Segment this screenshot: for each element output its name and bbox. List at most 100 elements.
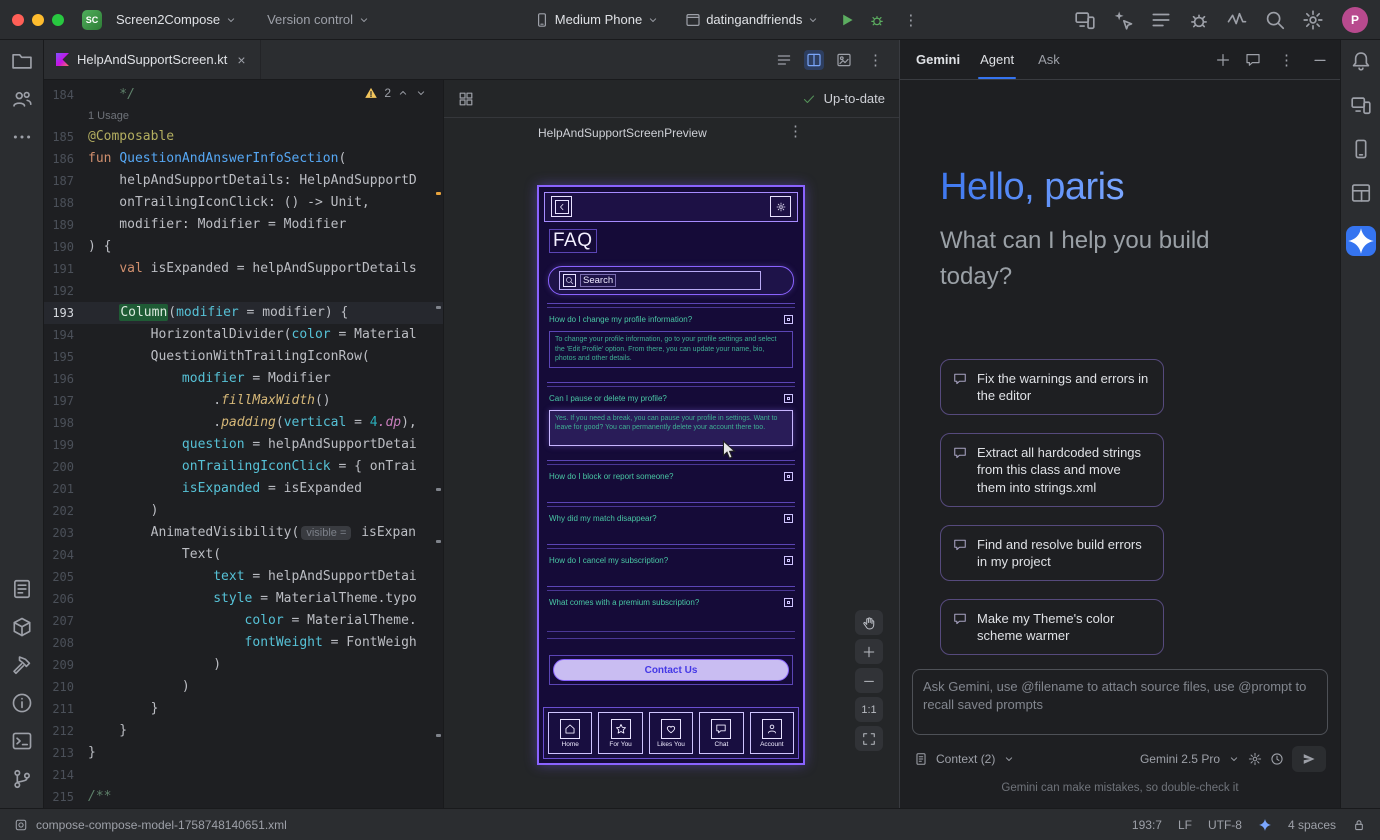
gemini-options-button[interactable]: ⋮ bbox=[1275, 51, 1298, 69]
code-line[interactable]: 200 onTrailingIconClick = { onTrai bbox=[44, 456, 443, 478]
code-line[interactable]: 205 text = helpAndSupportDetai bbox=[44, 566, 443, 588]
gemini-tab-agent[interactable]: Agent bbox=[978, 40, 1016, 79]
code-line[interactable]: 201 isExpanded = isExpanded bbox=[44, 478, 443, 500]
lock-icon[interactable] bbox=[1352, 818, 1366, 832]
send-button[interactable] bbox=[1292, 746, 1326, 772]
encoding[interactable]: UTF-8 bbox=[1208, 818, 1242, 832]
nav-item-chat[interactable]: Chat bbox=[699, 712, 743, 754]
faq-item[interactable]: What comes with a premium subscription? bbox=[547, 586, 795, 628]
code-line[interactable]: 214 bbox=[44, 764, 443, 786]
faq-item[interactable]: How do I block or report someone? bbox=[547, 460, 795, 502]
preview-settings-button[interactable] bbox=[770, 196, 791, 217]
code-line[interactable]: 190) { bbox=[44, 236, 443, 258]
code-line[interactable]: 198 .padding(vertical = 4.dp), bbox=[44, 412, 443, 434]
device-manager-icon[interactable] bbox=[1350, 94, 1372, 116]
editor-tab[interactable]: HelpAndSupportScreen.kt × bbox=[44, 40, 261, 79]
faq-question-row[interactable]: Can I pause or delete my profile? bbox=[549, 392, 793, 405]
window-minimize-button[interactable] bbox=[32, 14, 44, 26]
more-tools-icon[interactable] bbox=[11, 126, 33, 148]
code-line[interactable]: 210 ) bbox=[44, 676, 443, 698]
code-line[interactable]: 212 } bbox=[44, 720, 443, 742]
faq-item[interactable]: How do I cancel my subscription? bbox=[547, 544, 795, 586]
code-line[interactable]: 189 modifier: Modifier = Modifier bbox=[44, 214, 443, 236]
window-close-button[interactable] bbox=[12, 14, 24, 26]
profiler-icon[interactable] bbox=[1226, 9, 1248, 31]
design-view-button[interactable] bbox=[836, 52, 852, 68]
project-selector[interactable]: Screen2Compose bbox=[110, 8, 243, 31]
code-line[interactable]: 195 QuestionWithTrailingIconRow( bbox=[44, 346, 443, 368]
compose-preview-surface[interactable]: HelpAndSupportScreenPreview ⋮ bbox=[444, 118, 899, 808]
search-everywhere-icon[interactable] bbox=[1264, 9, 1286, 31]
nav-item-home[interactable]: Home bbox=[548, 712, 592, 754]
profile-avatar[interactable]: P bbox=[1342, 7, 1368, 33]
code-line[interactable]: 192 bbox=[44, 280, 443, 302]
running-devices-icon[interactable] bbox=[1350, 138, 1372, 160]
code-line[interactable]: 185@Composable bbox=[44, 126, 443, 148]
code-line[interactable]: 208 fontWeight = FontWeigh bbox=[44, 632, 443, 654]
preview-title[interactable]: HelpAndSupportScreenPreview bbox=[538, 126, 707, 140]
debug-button[interactable] bbox=[869, 12, 885, 28]
line-ending[interactable]: LF bbox=[1178, 818, 1192, 832]
logcat-icon[interactable] bbox=[1150, 9, 1172, 31]
statusbar-file[interactable]: compose-compose-model-1758748140651.xml bbox=[36, 818, 287, 832]
suggestion-card[interactable]: Extract all hardcoded strings from this … bbox=[940, 433, 1164, 506]
faq-item[interactable]: Why did my match disappear? bbox=[547, 502, 795, 544]
code-editor[interactable]: 184 */1 Usage185@Composable186fun Questi… bbox=[44, 80, 444, 808]
faq-question-row[interactable]: Why did my match disappear? bbox=[549, 512, 793, 525]
code-line[interactable]: 202 ) bbox=[44, 500, 443, 522]
expand-icon[interactable] bbox=[784, 598, 793, 607]
contact-us-button[interactable]: Contact Us bbox=[553, 659, 789, 681]
code-line[interactable]: 1 Usage bbox=[44, 106, 443, 126]
code-line[interactable]: 196 modifier = Modifier bbox=[44, 368, 443, 390]
code-line[interactable]: 197 .fillMaxWidth() bbox=[44, 390, 443, 412]
suggestion-card[interactable]: Find and resolve build errors in my proj… bbox=[940, 525, 1164, 581]
zoom-out-button[interactable] bbox=[855, 668, 883, 693]
code-line[interactable]: 215/** bbox=[44, 786, 443, 808]
zoom-reset-button[interactable]: 1:1 bbox=[855, 697, 883, 722]
terminal-tool-icon[interactable] bbox=[11, 730, 33, 752]
split-view-button[interactable] bbox=[804, 50, 824, 70]
nav-item-account[interactable]: Account bbox=[750, 712, 794, 754]
faq-question-row[interactable]: How do I cancel my subscription? bbox=[549, 554, 793, 567]
logcat-tool-icon[interactable] bbox=[11, 578, 33, 600]
expand-icon[interactable] bbox=[784, 514, 793, 523]
device-mirroring-icon[interactable] bbox=[1074, 9, 1096, 31]
suggestion-card[interactable]: Make my Theme's color scheme warmer bbox=[940, 599, 1164, 655]
layout-inspector-icon[interactable] bbox=[1350, 182, 1372, 204]
code-line[interactable]: 203 AnimatedVisibility(visible = isExpan bbox=[44, 522, 443, 544]
window-zoom-button[interactable] bbox=[52, 14, 64, 26]
resource-manager-icon[interactable] bbox=[11, 616, 33, 638]
app-inspection-icon[interactable] bbox=[1188, 9, 1210, 31]
cursor-position[interactable]: 193:7 bbox=[1132, 818, 1162, 832]
back-button[interactable] bbox=[551, 196, 572, 217]
code-line[interactable]: 186fun QuestionAndAnswerInfoSection( bbox=[44, 148, 443, 170]
code-line[interactable]: 188 onTrailingIconClick: () -> Unit, bbox=[44, 192, 443, 214]
code-line[interactable]: 187 helpAndSupportDetails: HelpAndSuppor… bbox=[44, 170, 443, 192]
nav-item-for-you[interactable]: For You bbox=[598, 712, 642, 754]
faq-search-bar[interactable]: Search bbox=[548, 266, 794, 295]
more-run-actions-button[interactable]: ⋮ bbox=[899, 11, 922, 29]
faq-question-row[interactable]: How do I change my profile information? bbox=[549, 313, 793, 326]
run-button[interactable] bbox=[839, 12, 855, 28]
faq-item[interactable]: Can I pause or delete my profile?Yes. If… bbox=[547, 382, 795, 460]
hide-panel-button[interactable] bbox=[1312, 52, 1328, 68]
gemini-tool-button[interactable] bbox=[1346, 226, 1376, 256]
settings-icon[interactable] bbox=[1302, 9, 1324, 31]
gemini-tab-ask[interactable]: Ask bbox=[1036, 40, 1062, 79]
code-line[interactable]: 207 color = MaterialTheme. bbox=[44, 610, 443, 632]
chat-history-icon[interactable] bbox=[1245, 52, 1261, 68]
expand-icon[interactable] bbox=[784, 556, 793, 565]
code-line[interactable]: 191 val isExpanded = helpAndSupportDetai… bbox=[44, 258, 443, 280]
preview-layout-icon[interactable] bbox=[458, 91, 474, 107]
gemini-status-icon[interactable] bbox=[1258, 818, 1272, 832]
tab-close-button[interactable]: × bbox=[235, 52, 247, 68]
gemini-settings-button[interactable] bbox=[1248, 752, 1262, 766]
device-selector[interactable]: Medium Phone bbox=[528, 8, 665, 32]
version-control-tool-icon[interactable] bbox=[11, 768, 33, 790]
editor-options-button[interactable]: ⋮ bbox=[864, 51, 887, 69]
code-line[interactable]: 193 Column(modifier = modifier) { bbox=[44, 302, 443, 324]
project-tool-icon[interactable] bbox=[11, 50, 33, 72]
code-line[interactable]: 209 ) bbox=[44, 654, 443, 676]
code-line[interactable]: 194 HorizontalDivider(color = Material bbox=[44, 324, 443, 346]
faq-question-row[interactable]: What comes with a premium subscription? bbox=[549, 596, 793, 609]
